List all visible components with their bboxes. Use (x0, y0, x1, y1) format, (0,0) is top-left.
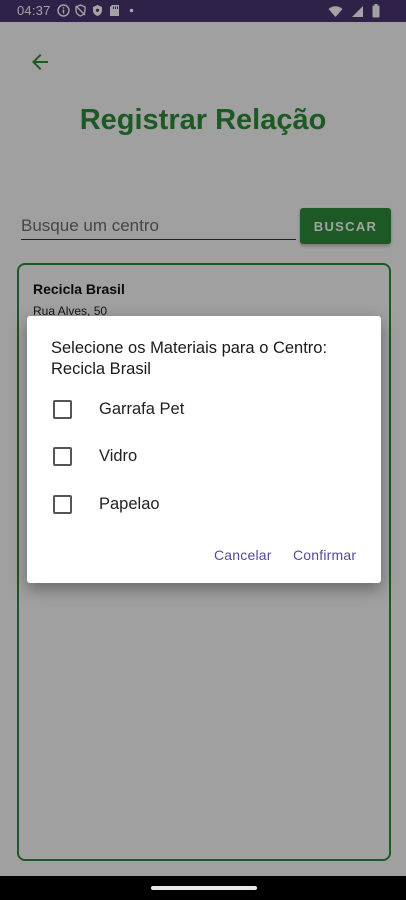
home-indicator[interactable] (151, 886, 257, 890)
materials-dialog: Selecione os Materiais para o Centro: Re… (27, 316, 381, 583)
checkbox[interactable] (53, 399, 72, 419)
option-vidro[interactable]: Vidro (53, 441, 353, 471)
navigation-bar (0, 876, 406, 900)
checkbox[interactable] (53, 446, 72, 466)
option-papelao[interactable]: Papelao (53, 489, 353, 519)
option-garrafa-pet[interactable]: Garrafa Pet (53, 394, 353, 424)
dialog-title: Selecione os Materiais para o Centro: Re… (51, 339, 328, 378)
option-label: Papelao (99, 494, 160, 513)
cancel-button[interactable]: Cancelar (214, 547, 272, 563)
option-label: Vidro (99, 446, 138, 465)
confirm-button[interactable]: Confirmar (293, 547, 356, 563)
option-label: Garrafa Pet (99, 399, 185, 418)
checkbox[interactable] (53, 494, 72, 514)
